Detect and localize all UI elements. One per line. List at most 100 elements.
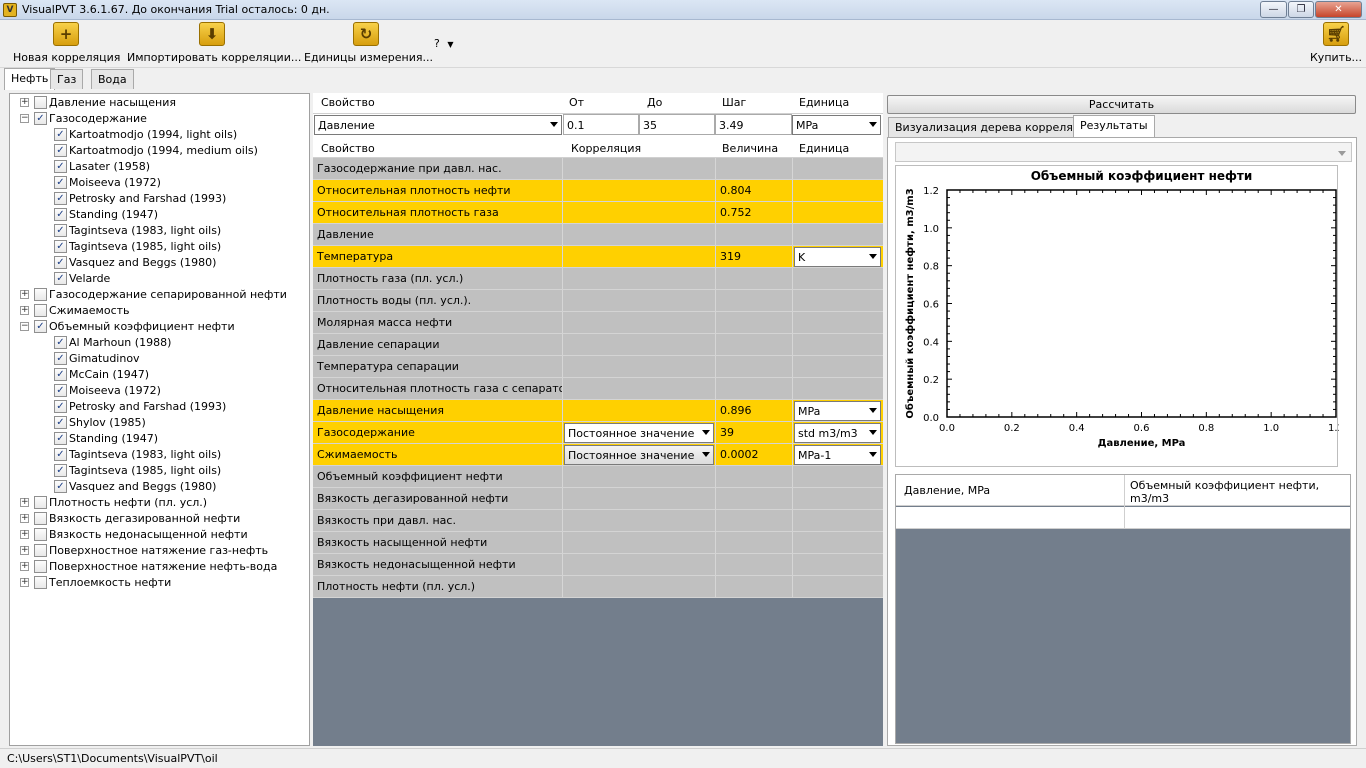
tree-group[interactable]: + Теплоемкость нефти: [10, 575, 309, 591]
property-row[interactable]: Давление: [313, 224, 883, 246]
property-correlation[interactable]: [563, 554, 716, 575]
property-row[interactable]: Плотность нефти (пл. усл.): [313, 576, 883, 598]
tree-checkbox[interactable]: ✓: [54, 128, 67, 141]
property-row[interactable]: Сжимаемость Постоянное значение 0.0002 MPa-…: [313, 444, 883, 466]
property-correlation[interactable]: [563, 378, 716, 399]
tree-group[interactable]: − ✓ Газосодержание: [10, 111, 309, 127]
property-row[interactable]: Относительная плотность газа с сепаратор…: [313, 378, 883, 400]
expand-icon[interactable]: +: [20, 98, 29, 107]
property-value[interactable]: [716, 334, 793, 355]
tree-checkbox[interactable]: ✓: [54, 384, 67, 397]
range-unit-select[interactable]: MPa: [792, 115, 881, 135]
minimize-button[interactable]: —: [1260, 1, 1287, 18]
property-correlation[interactable]: [563, 400, 716, 421]
close-button[interactable]: ✕: [1315, 1, 1362, 18]
tree-checkbox[interactable]: ✓: [34, 112, 47, 125]
units-button[interactable]: ↻ Единицы измерения...: [304, 22, 433, 64]
property-correlation[interactable]: [563, 488, 716, 509]
property-unit[interactable]: [793, 224, 883, 245]
calculate-button[interactable]: Рассчитать: [887, 95, 1356, 114]
expand-icon[interactable]: +: [20, 562, 29, 571]
property-row[interactable]: Относительная плотность газа 0.752: [313, 202, 883, 224]
tree-checkbox[interactable]: [34, 560, 47, 573]
tree-checkbox[interactable]: ✓: [54, 256, 67, 269]
property-value[interactable]: 0.752: [716, 202, 793, 223]
tree-checkbox[interactable]: ✓: [54, 464, 67, 477]
property-value[interactable]: 0.804: [716, 180, 793, 201]
property-value[interactable]: [716, 510, 793, 531]
property-value[interactable]: 39: [716, 422, 793, 443]
property-value[interactable]: 319: [716, 246, 793, 267]
property-unit[interactable]: MPa: [793, 400, 883, 421]
expand-icon[interactable]: +: [20, 290, 29, 299]
property-correlation[interactable]: [563, 356, 716, 377]
property-correlation[interactable]: [563, 224, 716, 245]
property-unit[interactable]: [793, 356, 883, 377]
collapse-icon[interactable]: −: [20, 114, 29, 123]
property-row[interactable]: Газосодержание при давл. нас.: [313, 158, 883, 180]
property-row[interactable]: Объемный коэффициент нефти: [313, 466, 883, 488]
tree-item[interactable]: ✓ Al Marhoun (1988): [10, 335, 309, 351]
property-correlation[interactable]: [563, 312, 716, 333]
expand-icon[interactable]: +: [20, 514, 29, 523]
property-value[interactable]: [716, 290, 793, 311]
tree-item[interactable]: ✓ Kartoatmodjo (1994, light oils): [10, 127, 309, 143]
range-to-input[interactable]: 35: [639, 114, 715, 135]
range-from-input[interactable]: 0.1: [563, 114, 639, 135]
property-value[interactable]: [716, 224, 793, 245]
tree-group[interactable]: + Поверхностное натяжение нефть-вода: [10, 559, 309, 575]
property-value[interactable]: 0.896: [716, 400, 793, 421]
help-menu-button[interactable]: ? ▼: [434, 37, 454, 50]
property-correlation[interactable]: Постоянное значение: [563, 422, 716, 443]
tree-item[interactable]: ✓ Kartoatmodjo (1994, medium oils): [10, 143, 309, 159]
property-unit[interactable]: [793, 268, 883, 289]
tree-checkbox[interactable]: ✓: [54, 192, 67, 205]
property-row[interactable]: Вязкость дегазированной нефти: [313, 488, 883, 510]
tree-item[interactable]: ✓ Tagintseva (1983, light oils): [10, 223, 309, 239]
tree-group[interactable]: + Плотность нефти (пл. усл.): [10, 495, 309, 511]
tree-checkbox[interactable]: ✓: [54, 352, 67, 365]
property-unit[interactable]: [793, 158, 883, 179]
maximize-button[interactable]: ❐: [1288, 1, 1314, 18]
results-grid-row[interactable]: [896, 507, 1350, 529]
property-unit[interactable]: [793, 378, 883, 399]
property-value[interactable]: [716, 488, 793, 509]
property-correlation[interactable]: [563, 202, 716, 223]
property-unit[interactable]: [793, 576, 883, 597]
property-value[interactable]: [716, 466, 793, 487]
expand-icon[interactable]: +: [20, 306, 29, 315]
property-correlation[interactable]: [563, 158, 716, 179]
property-value[interactable]: [716, 268, 793, 289]
property-value[interactable]: [716, 576, 793, 597]
tree-checkbox[interactable]: [34, 576, 47, 589]
tree-item[interactable]: ✓ Moiseeva (1972): [10, 383, 309, 399]
property-row[interactable]: Давление насыщения 0.896 MPa: [313, 400, 883, 422]
unit-select[interactable]: std m3/m3: [794, 423, 881, 443]
range-property-select[interactable]: Давление: [314, 115, 562, 135]
property-unit[interactable]: K: [793, 246, 883, 267]
unit-select[interactable]: MPa-1: [794, 445, 881, 465]
property-correlation[interactable]: [563, 532, 716, 553]
property-unit[interactable]: [793, 290, 883, 311]
tree-group[interactable]: + Газосодержание сепарированной нефти: [10, 287, 309, 303]
tree-group[interactable]: − ✓ Объемный коэффициент нефти: [10, 319, 309, 335]
property-correlation[interactable]: [563, 334, 716, 355]
expand-icon[interactable]: +: [20, 546, 29, 555]
tree-checkbox[interactable]: ✓: [54, 240, 67, 253]
expand-icon[interactable]: +: [20, 578, 29, 587]
tree-item[interactable]: ✓ Moiseeva (1972): [10, 175, 309, 191]
property-unit[interactable]: [793, 202, 883, 223]
tree-checkbox[interactable]: ✓: [54, 432, 67, 445]
tree-checkbox[interactable]: ✓: [54, 176, 67, 189]
tree-checkbox[interactable]: [34, 544, 47, 557]
property-unit[interactable]: [793, 180, 883, 201]
property-row[interactable]: Вязкость недонасыщенной нефти: [313, 554, 883, 576]
property-unit[interactable]: [793, 466, 883, 487]
property-value[interactable]: 0.0002: [716, 444, 793, 465]
property-unit[interactable]: std m3/m3: [793, 422, 883, 443]
property-unit[interactable]: [793, 510, 883, 531]
tree-item[interactable]: ✓ Shylov (1985): [10, 415, 309, 431]
tree-group[interactable]: + Вязкость недонасыщенной нефти: [10, 527, 309, 543]
property-row[interactable]: Молярная масса нефти: [313, 312, 883, 334]
tab-correlation-tree-view[interactable]: Визуализация дерева корреляций: [888, 117, 1102, 137]
